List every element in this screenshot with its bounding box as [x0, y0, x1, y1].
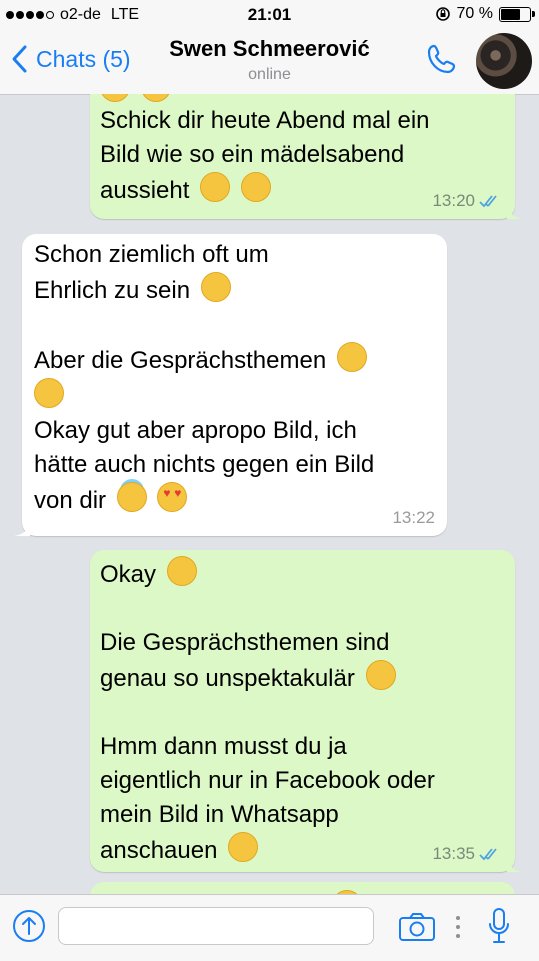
tears-of-joy-emoji-icon	[200, 272, 231, 302]
message-time: 13:22	[392, 508, 435, 527]
message-text: genau so unspektakulär	[100, 665, 355, 692]
bubble-tail	[14, 522, 30, 536]
winking-tongue-emoji-icon	[200, 172, 231, 202]
rotation-lock-icon	[435, 7, 450, 21]
chat-header: Chats (5) Swen Schmeerović online	[0, 30, 539, 95]
message-text: mein Bild in Whatsapp	[100, 801, 339, 828]
phone-call-icon[interactable]	[425, 42, 461, 78]
bubble-tail	[507, 205, 523, 219]
message-text: Hmm dann musst du ja	[100, 733, 347, 760]
message-text	[34, 308, 374, 342]
message-time: 13:35	[432, 844, 475, 863]
message-bubble-incoming[interactable]: Schon ziemlich oft um Ehrlich zu sein Ab…	[14, 234, 447, 536]
emoji-icon	[140, 94, 171, 102]
grinning-sweat-emoji-icon	[240, 172, 271, 202]
message-text: aussieht	[100, 177, 190, 204]
message-bubble-outgoing[interactable]	[90, 882, 515, 894]
halo-emoji-icon	[116, 482, 147, 512]
composer-bar	[0, 894, 539, 961]
tears-of-joy-emoji-icon	[365, 660, 396, 690]
bubble-tail	[507, 858, 523, 872]
message-text: Okay	[100, 561, 157, 588]
message-time: 13:20	[432, 191, 475, 210]
flushed-emoji-icon	[336, 342, 367, 372]
message-text: Die Gesprächsthemen sind	[100, 629, 390, 656]
message-text: Aber die Gesprächsthemen	[34, 347, 327, 374]
message-text	[100, 592, 435, 626]
message-text: Okay gut aber apropo Bild, ich	[34, 417, 357, 444]
battery-percent: 70 %	[456, 5, 493, 22]
message-text: Schon ziemlich oft um	[34, 241, 269, 268]
heart-eyes-emoji-icon	[157, 482, 188, 512]
battery-icon	[499, 6, 535, 22]
message-text: Schick dir heute Abend mal ein	[100, 107, 430, 134]
camera-icon[interactable]	[398, 912, 436, 942]
message-text	[100, 696, 435, 730]
message-text: Bild wie so ein mädelsabend	[100, 141, 405, 168]
contact-avatar[interactable]	[476, 33, 532, 89]
tears-of-joy-emoji-icon	[34, 378, 64, 408]
read-receipt-icon	[479, 848, 497, 861]
status-bar: o2-de LTE 21:01 70 %	[0, 0, 539, 30]
message-meta: 13:20	[432, 191, 503, 211]
message-text: anschauen	[100, 837, 218, 864]
smiley-emoji-icon	[166, 556, 197, 586]
message-bubble-outgoing[interactable]: Okay Die Gesprächsthemen sind genau so u…	[90, 550, 523, 872]
message-list[interactable]: Schick dir heute Abend mal ein Bild wie …	[0, 94, 539, 894]
message-bubble-outgoing[interactable]: Schick dir heute Abend mal ein Bild wie …	[90, 94, 523, 219]
message-input[interactable]	[58, 907, 374, 945]
share-upload-icon[interactable]	[12, 909, 46, 943]
thinking-emoji-icon	[228, 832, 259, 862]
message-meta: 13:22	[392, 508, 435, 528]
message-text: hätte auch nichts gegen ein Bild	[34, 451, 375, 478]
emoji-icon	[100, 94, 130, 102]
microphone-icon[interactable]	[487, 907, 511, 945]
message-text: von dir	[34, 487, 107, 514]
read-receipt-icon	[479, 195, 497, 208]
message-text: eigentlich nur in Facebook oder	[100, 767, 435, 794]
status-right: 70 %	[435, 5, 535, 23]
more-vertical-icon[interactable]	[455, 915, 461, 939]
message-text: Ehrlich zu sein	[34, 277, 191, 304]
message-meta: 13:35	[432, 844, 503, 864]
